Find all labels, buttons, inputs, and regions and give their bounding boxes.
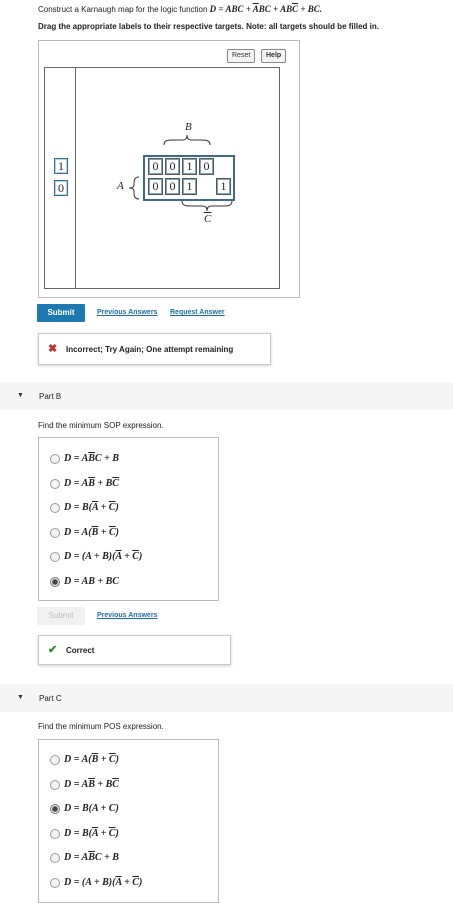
request-answer-link[interactable]: Request Answer bbox=[170, 309, 225, 316]
part-b-submit-button: Submit bbox=[37, 607, 85, 625]
kmap-cell-r0-c1[interactable]: 0 bbox=[165, 158, 180, 175]
part-c-option-5[interactable]: D = ABC + B bbox=[64, 852, 119, 863]
part-b-feedback: ✔ Correct bbox=[38, 635, 231, 665]
drag-label-zero[interactable]: 0 bbox=[54, 180, 68, 196]
part-b-option-5[interactable]: D = (A + B)(A + C) bbox=[64, 551, 142, 562]
part-c-option-4[interactable]: D = B(A + C) bbox=[64, 828, 119, 839]
correct-check-icon: ✔ bbox=[48, 644, 58, 656]
kmap-cell-r1-c0[interactable]: 0 bbox=[148, 178, 163, 195]
part-b-radio-5[interactable] bbox=[50, 552, 60, 562]
part-c-radio-5[interactable] bbox=[50, 853, 60, 863]
logic-function: D = ABC + ABC + ABC + BC. bbox=[209, 4, 322, 14]
kmap-cell-r1-c2[interactable]: 1 bbox=[182, 178, 197, 195]
part-a-previous-answers-link[interactable]: Previous Answers bbox=[97, 309, 157, 316]
kmap-var-c: C bbox=[204, 213, 211, 225]
part-a-feedback-text: Incorrect; Try Again; One attempt remain… bbox=[66, 345, 234, 354]
kmap-var-b: B bbox=[185, 121, 192, 133]
kmap-cell-r0-c2[interactable]: 1 bbox=[182, 158, 197, 175]
collapse-triangle-icon: ▼ bbox=[17, 694, 24, 701]
part-c-option-1[interactable]: D = A(B + C) bbox=[64, 754, 119, 765]
question-intro: Construct a Karnaugh map for the logic f… bbox=[38, 4, 322, 14]
label-tray-divider bbox=[75, 68, 76, 288]
part-b-previous-answers-link[interactable]: Previous Answers bbox=[97, 612, 157, 619]
part-b-option-2[interactable]: D = AB + BC bbox=[64, 478, 119, 489]
kmap-brace-top bbox=[163, 134, 211, 146]
part-c-option-6[interactable]: D = (A + B)(A + C) bbox=[64, 877, 142, 888]
part-b-radio-6[interactable] bbox=[50, 576, 60, 587]
part-c-radio-6[interactable] bbox=[50, 877, 60, 888]
part-c-title: Part C bbox=[39, 694, 62, 703]
part-b-option-1[interactable]: D = ABC + B bbox=[64, 453, 119, 464]
kmap-cell-r1-c1[interactable]: 0 bbox=[165, 178, 180, 195]
part-c-option-2[interactable]: D = AB + BC bbox=[64, 779, 119, 790]
part-c-prompt: Find the minimum POS expression. bbox=[38, 722, 164, 731]
part-a-submit-button[interactable]: Submit bbox=[37, 304, 85, 322]
help-button[interactable]: Help bbox=[261, 49, 287, 63]
part-b-option-4[interactable]: D = A(B + C) bbox=[64, 527, 119, 538]
part-c-header[interactable]: ▼ Part C bbox=[0, 684, 453, 712]
part-b-radio-1[interactable] bbox=[50, 454, 60, 464]
part-c-radio-3[interactable] bbox=[50, 804, 60, 814]
kmap-var-a: A bbox=[117, 180, 124, 192]
incorrect-icon: ✖ bbox=[48, 343, 58, 355]
part-b-radio-2[interactable] bbox=[50, 478, 60, 489]
reset-button[interactable]: Reset bbox=[227, 49, 256, 63]
part-b-option-3[interactable]: D = B(A + C) bbox=[64, 502, 119, 513]
part-b-header[interactable]: ▼ Part B bbox=[0, 382, 453, 410]
part-c-radio-2[interactable] bbox=[50, 779, 60, 790]
kmap-brace-left bbox=[128, 176, 140, 200]
drag-instruction: Drag the appropriate labels to their res… bbox=[38, 22, 379, 31]
kmap-cell-r0-c3[interactable]: 0 bbox=[199, 158, 214, 175]
part-b-prompt: Find the minimum SOP expression. bbox=[38, 421, 164, 430]
part-b-title: Part B bbox=[39, 392, 62, 401]
intro-text: Construct a Karnaugh map for the logic f… bbox=[38, 5, 210, 14]
part-b-radio-3[interactable] bbox=[50, 503, 60, 513]
part-c-radio-1[interactable] bbox=[50, 755, 60, 765]
kmap-cell-r1-c3[interactable]: 1 bbox=[216, 178, 231, 195]
part-b-feedback-text: Correct bbox=[66, 646, 95, 655]
part-b-radio-4[interactable] bbox=[50, 527, 60, 538]
kmap-var-c-text: C bbox=[204, 213, 212, 225]
part-b-option-6[interactable]: D = AB + BC bbox=[64, 576, 119, 587]
collapse-triangle-icon: ▼ bbox=[17, 392, 24, 399]
part-a-feedback: ✖ Incorrect; Try Again; One attempt rema… bbox=[38, 333, 271, 365]
drag-label-one[interactable]: 1 bbox=[54, 158, 68, 174]
kmap-brace-bottom bbox=[181, 200, 233, 212]
part-c-option-3[interactable]: D = B(A + C) bbox=[64, 803, 119, 814]
part-c-radio-4[interactable] bbox=[50, 828, 60, 839]
kmap-cell-r0-c0[interactable]: 0 bbox=[148, 158, 163, 175]
